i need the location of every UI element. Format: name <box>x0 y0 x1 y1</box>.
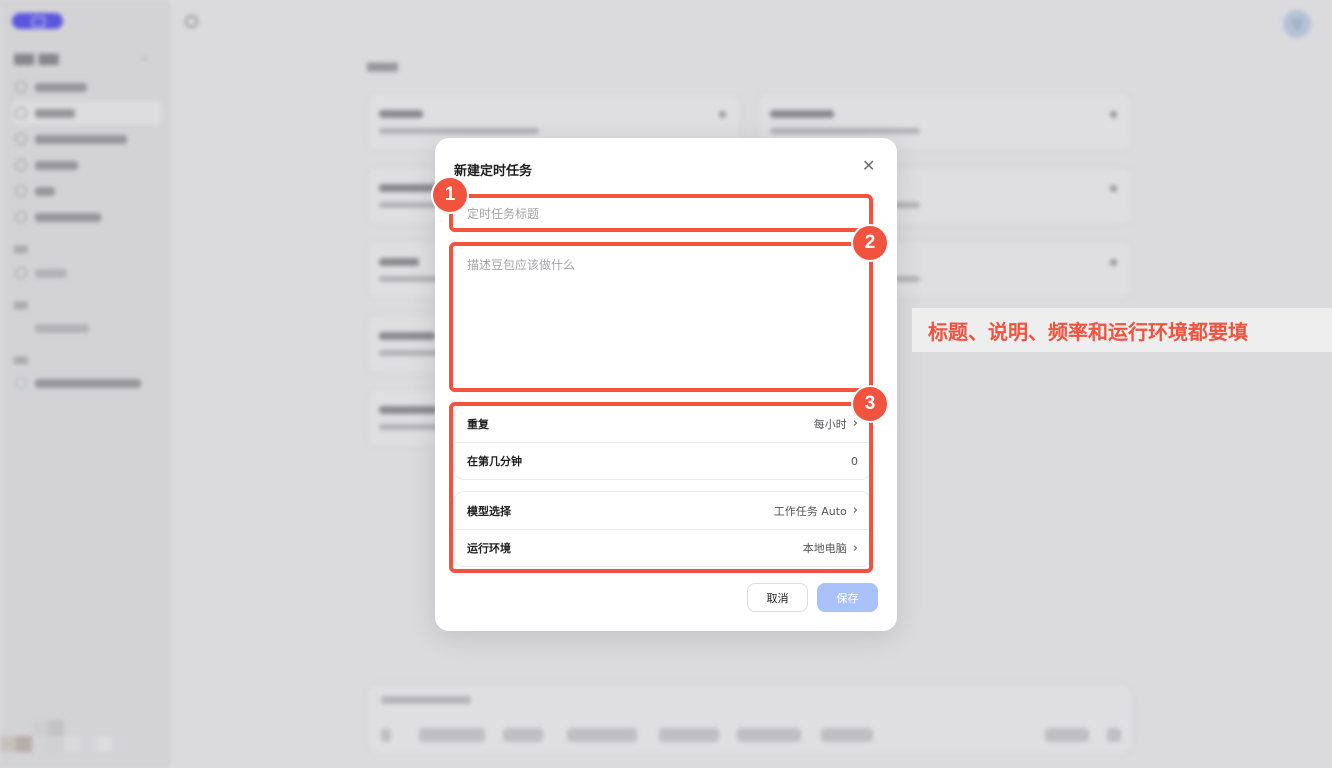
save-button[interactable]: 保存 <box>817 583 878 612</box>
dialog-title: 新建定时任务 <box>454 164 533 179</box>
environment-setting-row[interactable]: 运行环境 本地电脑 › <box>455 529 870 566</box>
model-value: 工作任务 Auto <box>773 504 847 518</box>
repeat-value: 每小时 <box>813 417 847 431</box>
new-scheduled-task-dialog: 新建定时任务 ✕ 重复 每小时 › 在第几分钟 0 模型选择 工作任务 Auto… <box>435 138 897 631</box>
repeat-setting-row[interactable]: 重复 每小时 › <box>455 405 870 442</box>
schedule-settings-group: 重复 每小时 › 在第几分钟 0 <box>454 404 871 480</box>
annotation-badge-3: 3 <box>851 385 889 423</box>
chevron-right-icon: › <box>852 540 858 556</box>
annotation-badge-1: 1 <box>431 176 469 214</box>
minute-setting-row[interactable]: 在第几分钟 0 <box>455 442 870 479</box>
model-setting-row[interactable]: 模型选择 工作任务 Auto › <box>455 492 870 529</box>
task-title-input[interactable] <box>454 199 871 229</box>
annotation-note-text: 标题、说明、频率和运行环境都要填 <box>928 319 1248 344</box>
environment-label: 运行环境 <box>467 542 511 555</box>
model-label: 模型选择 <box>467 504 511 518</box>
chevron-right-icon: › <box>852 503 858 518</box>
repeat-label: 重复 <box>467 417 489 431</box>
minute-value[interactable]: 0 <box>851 455 858 468</box>
annotation-note: 标题、说明、频率和运行环境都要填 <box>912 308 1332 352</box>
minute-label: 在第几分钟 <box>467 455 522 468</box>
annotation-badge-2: 2 <box>851 224 889 262</box>
environment-value: 本地电脑 <box>802 542 847 555</box>
task-description-input[interactable] <box>454 250 871 385</box>
close-icon[interactable]: ✕ <box>862 158 875 174</box>
cancel-button[interactable]: 取消 <box>747 583 808 612</box>
runtime-settings-group: 模型选择 工作任务 Auto › 运行环境 本地电脑 › <box>454 491 871 567</box>
